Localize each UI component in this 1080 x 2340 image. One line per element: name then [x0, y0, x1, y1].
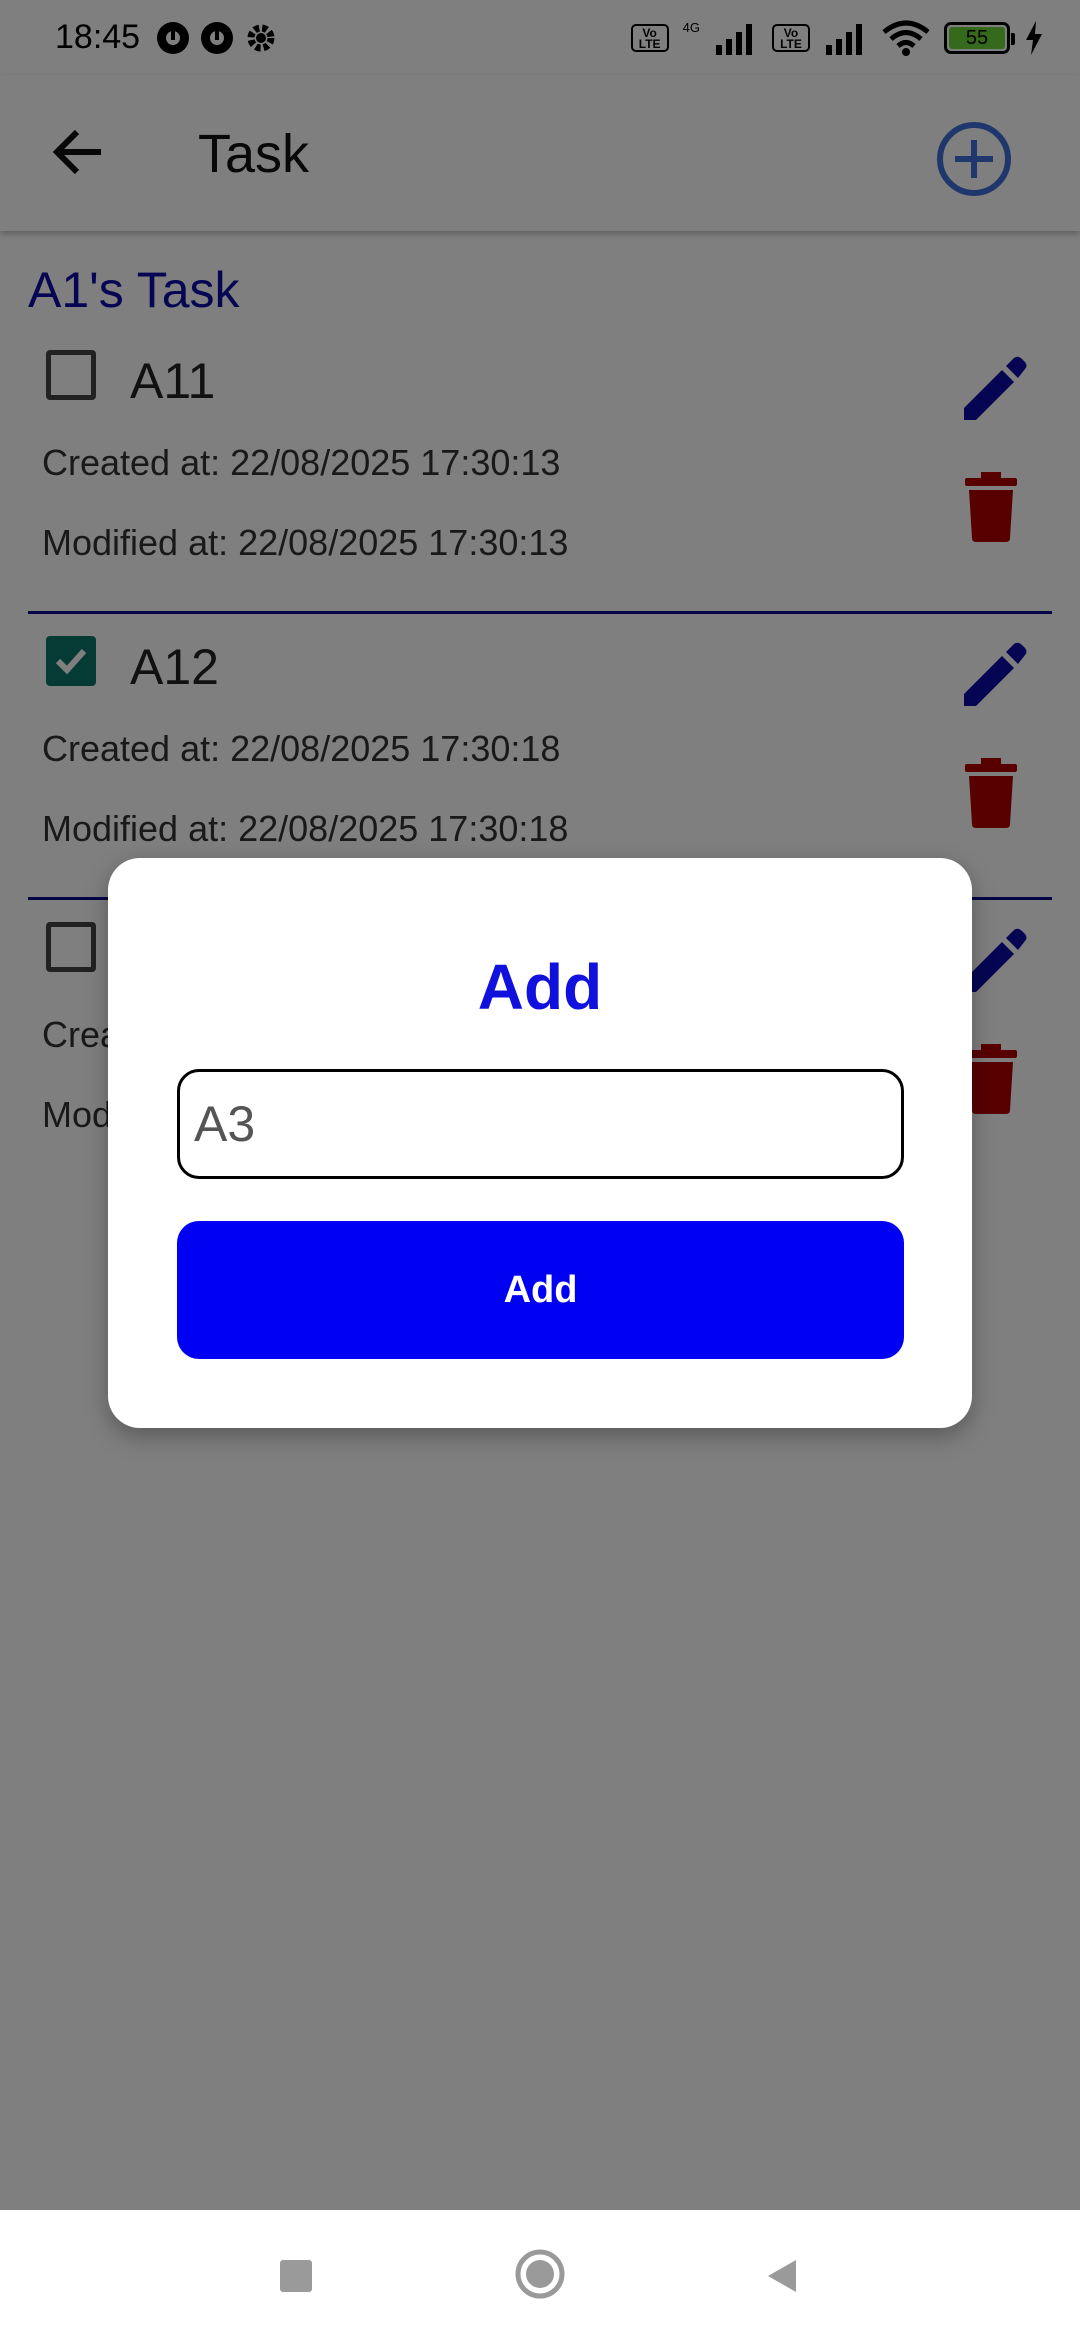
system-nav-bar — [0, 2210, 1080, 2340]
task-name-input[interactable] — [177, 1069, 904, 1179]
add-button[interactable]: Add — [177, 1221, 904, 1359]
back-icon[interactable] — [762, 2256, 802, 2296]
dialog-title: Add — [477, 951, 603, 1023]
recent-apps-icon[interactable] — [280, 2260, 312, 2292]
add-task-dialog: Add Add — [108, 858, 972, 1428]
home-icon[interactable] — [514, 2248, 566, 2300]
